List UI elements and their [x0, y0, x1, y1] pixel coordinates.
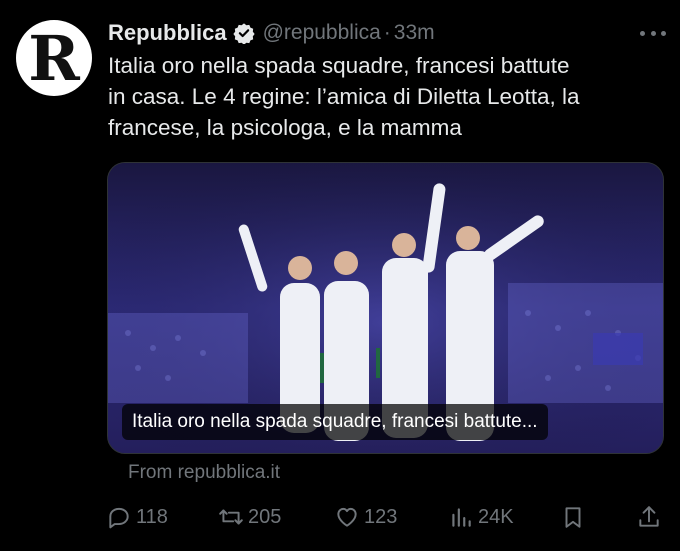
repost-count: 205	[248, 505, 282, 528]
like-count: 123	[364, 505, 398, 528]
bookmark-icon	[565, 507, 581, 528]
card-caption: Italia oro nella spada squadre, francesi…	[122, 404, 548, 440]
tweet-header: Repubblica @repubblica · 33m	[108, 18, 666, 48]
handle[interactable]: @repubblica	[263, 21, 381, 45]
reply-icon	[109, 507, 129, 529]
views-icon	[452, 508, 471, 527]
tweet-text-line: Italia oro nella spada squadre, francesi…	[108, 53, 570, 78]
views-button[interactable]: 24K	[448, 500, 514, 534]
reply-button[interactable]: 118	[106, 500, 168, 534]
avatar[interactable]: R	[16, 20, 92, 96]
separator: ·	[383, 21, 391, 44]
repost-icon	[219, 509, 243, 525]
avatar-letter: R	[28, 22, 80, 95]
tweet-text-line: francese, la psicologa, e la mamma	[108, 115, 462, 140]
views-count: 24K	[478, 505, 514, 528]
action-bar: 118 205 123 24K	[106, 500, 666, 534]
link-card[interactable]: Italia oro nella spada squadre, francesi…	[107, 162, 664, 454]
share-icon	[639, 506, 659, 527]
bookmark-button[interactable]	[560, 500, 590, 534]
display-name[interactable]: Repubblica	[108, 20, 227, 46]
card-source[interactable]: From repubblica.it	[128, 462, 280, 484]
like-icon	[337, 507, 357, 527]
share-button[interactable]	[636, 500, 666, 534]
like-button[interactable]: 123	[334, 500, 397, 534]
tweet-text: Italia oro nella spada squadre, francesi…	[108, 50, 668, 143]
verified-badge-icon	[232, 23, 255, 44]
more-icon[interactable]	[640, 23, 666, 43]
repost-button[interactable]: 205	[218, 500, 281, 534]
timestamp[interactable]: 33m	[394, 21, 435, 45]
reply-count: 118	[136, 505, 168, 528]
tweet-text-line: in casa. Le 4 regine: l’amica di Diletta…	[108, 84, 580, 109]
